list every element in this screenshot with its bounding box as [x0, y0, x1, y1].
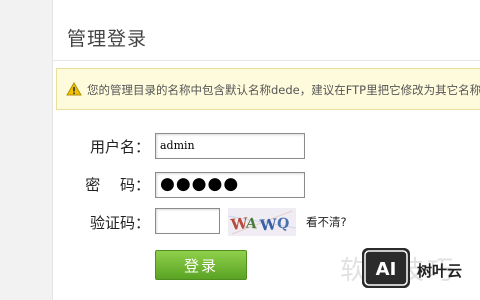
warning-icon: [66, 82, 82, 96]
username-input[interactable]: admin: [155, 133, 305, 159]
captcha-input[interactable]: [155, 208, 220, 234]
captcha-refresh-link[interactable]: 看不清?: [306, 214, 347, 230]
svg-text:Q: Q: [276, 215, 290, 232]
captcha-label: 验证码：: [89, 214, 150, 232]
warning-text: 您的管理目录的名称中包含默认名称dede，建议在FTP里把它修改为其它名称: [87, 83, 480, 97]
watermark-name: 树叶云: [417, 262, 463, 280]
password-label: 密 码：: [85, 176, 150, 194]
login-button[interactable]: 登录: [155, 250, 247, 280]
password-input[interactable]: ●●●●●: [155, 172, 305, 198]
title-divider: [53, 60, 480, 61]
page-title: 管理登录: [67, 28, 148, 50]
watermark-logo: AI: [362, 248, 410, 288]
watermark-logo-text: AI: [376, 259, 397, 280]
svg-text:W: W: [258, 215, 278, 234]
username-label: 用户名：: [89, 138, 150, 156]
warning-banner: 您的管理目录的名称中包含默认名称dede，建议在FTP里把它修改为其它名称: [56, 68, 480, 110]
captcha-image[interactable]: W A W Q: [228, 208, 296, 236]
